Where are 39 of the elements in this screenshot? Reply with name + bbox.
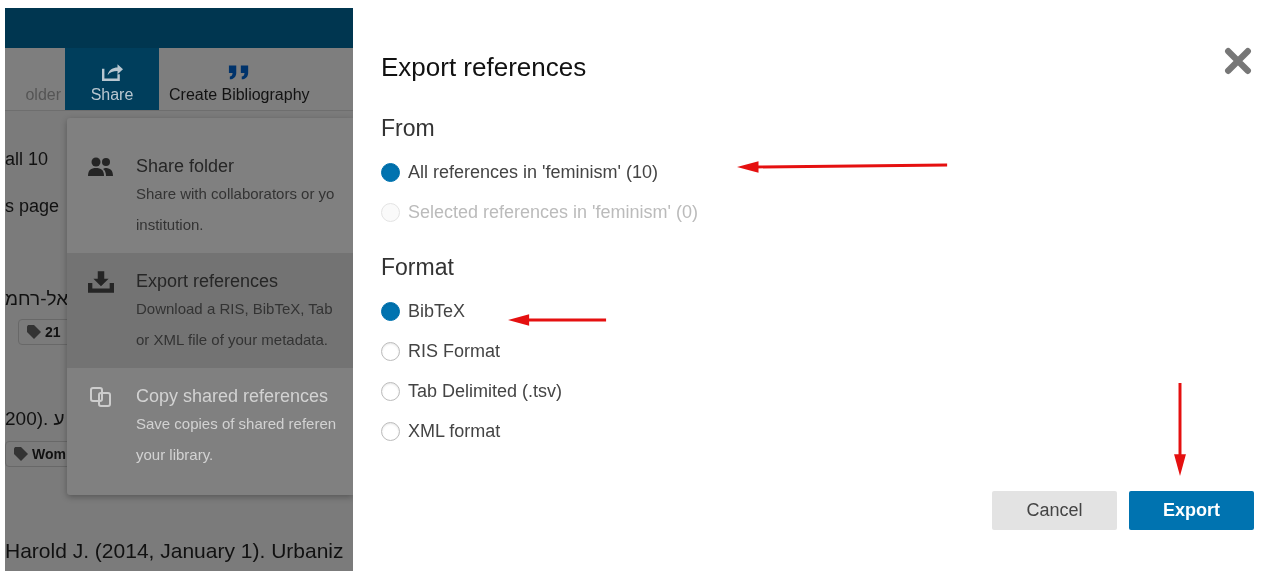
radio-button[interactable] <box>381 341 400 361</box>
radio-button[interactable] <box>381 421 400 441</box>
export-button[interactable]: Export <box>1129 491 1254 530</box>
page-text: s page <box>5 195 60 218</box>
menu-item-title: Share folder <box>136 155 236 178</box>
menu-item[interactable]: Share folder Share with collaborators or yo institution. <box>67 138 353 253</box>
share-icon <box>101 62 123 82</box>
page-text: ע .(200 <box>5 407 65 431</box>
toolbar-tab[interactable]: Create Bibliography <box>159 48 320 110</box>
tag-icon <box>27 325 41 339</box>
page-text: אל-רחמ <box>5 287 69 311</box>
menu-item-description: or XML file of your metadata. <box>136 330 330 350</box>
radio-option[interactable]: RIS Format <box>381 331 500 371</box>
menu-item-description: institution. <box>136 215 205 235</box>
section-heading: Format <box>381 254 455 281</box>
menu-item-description: your library. <box>136 445 215 465</box>
dialog-title: Export references <box>381 52 587 83</box>
copy-icon <box>88 386 114 408</box>
radio-button[interactable] <box>381 301 400 321</box>
radio-option[interactable]: BibTeX <box>381 291 466 331</box>
radio-option[interactable]: Tab Delimited (.tsv) <box>381 371 563 411</box>
menu-item-description: Share with collaborators or yo <box>136 184 335 204</box>
radio-option[interactable]: XML format <box>381 411 501 451</box>
cancel-button[interactable]: Cancel <box>992 491 1117 530</box>
page-text: all 10 <box>5 148 49 171</box>
people-icon <box>88 156 114 178</box>
menu-item-description: Download a RIS, BibTeX, Tab <box>136 299 333 319</box>
radio-option[interactable]: All references in 'feminism' (10) <box>381 152 658 192</box>
menu-item-title: Copy shared references <box>136 385 330 408</box>
section-heading: From <box>381 115 436 142</box>
page-text: Harold J. (2014, January 1). Urbaniz <box>5 539 344 563</box>
toolbar-tab[interactable]: Share <box>65 48 159 110</box>
menu-item-title: Export references <box>136 270 280 293</box>
radio-button[interactable] <box>381 162 400 182</box>
menu-item[interactable]: Export references Download a RIS, BibTeX, Tab or XML file of your metadata. <box>67 253 353 368</box>
tag-icon <box>14 447 28 461</box>
menu-item-description: Save copies of shared referen <box>136 414 337 434</box>
radio-button[interactable] <box>381 381 400 401</box>
download-icon <box>88 271 114 293</box>
